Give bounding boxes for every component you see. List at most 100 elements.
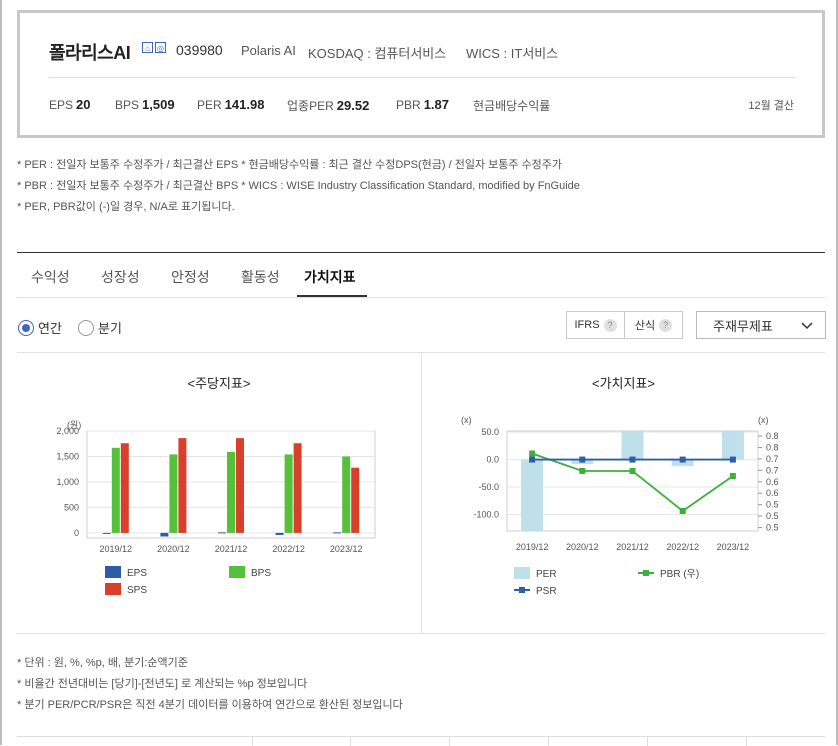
- radio-unchecked-icon[interactable]: [78, 319, 94, 336]
- radio-annual-label: 연간: [38, 321, 62, 336]
- tab-stability[interactable]: 안정성: [171, 267, 210, 287]
- y-tick-label: 1,500: [56, 451, 79, 461]
- company-name: 폴라리스AI: [49, 43, 131, 63]
- note-line: * PER, PBR값이 (-)일 경우, N/A로 표기됩니다.: [17, 201, 235, 213]
- legend-label: EPS: [127, 568, 147, 579]
- point-pbr: [729, 473, 736, 479]
- tab-profitability[interactable]: 수익성: [31, 267, 70, 287]
- bar-bps: [169, 454, 178, 533]
- bar-eps: [275, 532, 284, 535]
- note-line: * PBR : 전일자 보통주 수정주가 / 최근결산 BPS * WICS :…: [17, 180, 580, 192]
- per-share-chart-panel: <주당지표> 2,000 1,500 1,000 500 0 (원) 2019/12 2020…: [17, 352, 422, 634]
- tab-valuation[interactable]: 가치지표: [304, 267, 356, 287]
- footnote-line: * 비율간 전년대비는 [당기]-[전년도] 로 계산되는 %p 정보입니다: [17, 678, 308, 690]
- bar-sps: [236, 438, 244, 533]
- x-tick-label: 2020/12: [157, 544, 190, 554]
- x-tick-label: 2023/12: [717, 542, 750, 552]
- market-info: KOSDAQ : 컴퓨터서비스: [308, 46, 447, 61]
- bar-bps: [111, 447, 120, 533]
- ifrs-button[interactable]: IFRS?: [567, 312, 625, 338]
- stock-code: 039980: [176, 42, 223, 58]
- legend-label: SPS: [127, 585, 147, 596]
- x-tick-label: 2020/12: [566, 542, 599, 552]
- y-tick-label-left: 50.0: [481, 427, 499, 437]
- radio-checked-icon[interactable]: [18, 319, 34, 336]
- bar-sps: [351, 467, 360, 533]
- bar-per: [621, 431, 644, 460]
- bar-sps: [120, 443, 129, 533]
- y-tick-label-left: -100.0: [473, 510, 499, 520]
- x-tick-label: 2019/12: [516, 542, 549, 552]
- metric-dividend-yield: 현금배당수익률: [473, 99, 551, 113]
- company-header: 폴라리스AI ⌂ ◎ 039980 Polaris AI KOSDAQ : 컴퓨…: [17, 10, 825, 138]
- legend-label: PBR (우): [660, 568, 699, 580]
- bar-eps: [333, 532, 342, 534]
- bar-eps: [218, 532, 226, 534]
- web-icon[interactable]: ◎: [155, 42, 166, 53]
- bar-per: [521, 459, 544, 531]
- footnote-line: * 단위 : 원, %, %p, 배, 분기:순액기준: [17, 657, 188, 669]
- point-pbr: [679, 508, 686, 514]
- metric-industry-per: 업종PER 29.52: [287, 98, 370, 113]
- bar-eps: [160, 532, 169, 537]
- bar-bps: [284, 454, 293, 533]
- button-group: IFRS? 산식?: [566, 311, 683, 339]
- y-tick-label-left: -50.0: [478, 482, 499, 492]
- select-value: 주재무제표: [713, 318, 773, 334]
- y-tick-label-right: 0.8: [766, 431, 779, 441]
- y-tick-label-right: 0.5: [766, 511, 779, 521]
- point-pbr: [579, 468, 586, 474]
- indicator-tabs: 수익성 성장성 안정성 활동성 가치지표: [17, 253, 825, 298]
- bar-bps: [227, 451, 235, 533]
- bar-bps: [342, 456, 351, 533]
- formula-button[interactable]: 산식?: [625, 312, 682, 338]
- y-axis-label-right: (x): [758, 415, 769, 425]
- home-icon[interactable]: ⌂: [142, 42, 153, 53]
- y-tick-label: 500: [64, 502, 79, 512]
- statement-select[interactable]: 주재무제표: [696, 311, 826, 339]
- help-icon[interactable]: ?: [603, 318, 617, 332]
- point-psr: [729, 456, 736, 463]
- point-pbr: [529, 450, 536, 457]
- legend-label: PER: [536, 569, 557, 580]
- header-divider: [49, 77, 795, 78]
- y-tick-label: 1,000: [56, 477, 79, 487]
- radio-quarter[interactable]: 분기: [78, 318, 122, 337]
- x-tick-label: 2019/12: [100, 544, 133, 554]
- y-axis-label-left: (x): [461, 415, 472, 425]
- point-psr: [679, 456, 686, 463]
- settlement-label: 12월 결산: [748, 100, 794, 112]
- y-axis-label: (원): [67, 420, 81, 430]
- legend-swatch: [105, 583, 121, 595]
- point-psr: [579, 456, 586, 463]
- active-tab-underline: [297, 295, 367, 297]
- y-tick-label-right: 0.8: [766, 442, 779, 452]
- y-tick-label-left: 0.0: [486, 455, 499, 465]
- help-icon[interactable]: ?: [659, 318, 673, 332]
- point-pbr: [629, 468, 636, 474]
- valuation-chart: 50.00.0-50.0-100.00.80.80.70.70.60.60.50…: [461, 415, 779, 597]
- point-psr: [629, 456, 636, 463]
- legend-swatch: [643, 570, 649, 576]
- legend-label: BPS: [251, 568, 271, 579]
- y-tick-label-right: 0.7: [766, 465, 779, 475]
- valuation-chart-panel: <가치지표> 50.0 0.0 -50.0 -100.0 0.8 0.8 0.7 0.7 0.6…: [422, 352, 825, 634]
- english-name: Polaris AI: [241, 43, 296, 58]
- legend-label: PSR: [536, 586, 557, 597]
- tab-growth[interactable]: 성장성: [101, 267, 140, 287]
- x-tick-label: 2022/12: [272, 544, 305, 554]
- metric-per: PER 141.98: [197, 97, 265, 112]
- metric-bps: BPS 1,509: [115, 97, 175, 112]
- x-tick-label: 2022/12: [666, 542, 699, 552]
- x-tick-label: 2021/12: [215, 544, 248, 554]
- tab-activity[interactable]: 활동성: [241, 267, 280, 287]
- y-tick-label-right: 0.6: [766, 488, 779, 498]
- y-tick-label-right: 0.7: [766, 454, 779, 464]
- footnote-line: * 분기 PER/PCR/PSR은 직전 4분기 데이터를 이용하여 연간으로 …: [17, 699, 403, 711]
- y-tick-label-right: 0.5: [766, 523, 779, 533]
- bar-sps: [178, 438, 187, 533]
- radio-annual[interactable]: 연간: [18, 318, 62, 337]
- per-share-chart: 2,0001,5001,0005000(원)2019/12 2020/12 2021…: [56, 420, 376, 596]
- x-tick-label: 2021/12: [616, 542, 649, 552]
- bar-per: [721, 431, 744, 460]
